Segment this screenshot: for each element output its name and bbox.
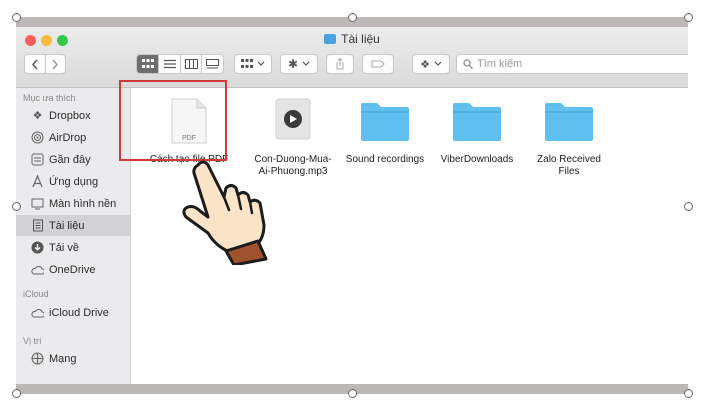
chevron-left-icon: [31, 59, 38, 69]
list-view-icon: [163, 59, 176, 69]
tag-icon: [371, 60, 385, 68]
documents-icon: [31, 219, 44, 232]
sidebar-item-label: Tải về: [49, 241, 79, 254]
forward-button[interactable]: [46, 55, 66, 73]
downloads-icon: [31, 241, 44, 254]
sidebar-item-applications[interactable]: Ứng dụng: [16, 171, 130, 192]
dropbox-button[interactable]: ❖: [412, 54, 450, 74]
action-button[interactable]: ✱: [280, 54, 318, 74]
sidebar-item-onedrive[interactable]: OneDrive: [16, 259, 130, 280]
back-button[interactable]: [25, 55, 46, 73]
sidebar-item-label: Màn hình nền: [49, 197, 117, 210]
icloud-icon: [31, 306, 44, 319]
resize-handle[interactable]: [12, 389, 21, 398]
sidebar-item-recents[interactable]: Gần đây: [16, 149, 130, 170]
folder-item-sound-recordings[interactable]: Sound recordings: [339, 92, 431, 172]
chevron-right-icon: [52, 59, 59, 69]
resize-handle[interactable]: [12, 13, 21, 22]
dropbox-icon: ❖: [420, 58, 430, 71]
recents-icon: [31, 153, 44, 166]
sidebar-item-desktop[interactable]: Màn hình nền: [16, 193, 130, 214]
sidebar-item-label: Ứng dụng: [49, 175, 99, 188]
resize-handle[interactable]: [348, 13, 357, 22]
sidebar-item-label: AirDrop: [49, 131, 87, 144]
sidebar-item-airdrop[interactable]: AirDrop: [16, 127, 130, 148]
sidebar-section-title: Vị trí: [23, 336, 42, 346]
sidebar-item-downloads[interactable]: Tải về: [16, 237, 130, 258]
sidebar-section-title: iCloud: [23, 289, 49, 299]
search-placeholder: Tìm kiếm: [477, 58, 523, 70]
folder-icon: [545, 103, 593, 141]
sidebar-section-title: Mục ưa thích: [23, 93, 76, 103]
view-mode-control: [136, 54, 224, 74]
column-view-button[interactable]: [179, 55, 202, 73]
sidebar-item-label: Mạng: [49, 352, 77, 365]
sidebar-item-label: iCloud Drive: [49, 306, 109, 319]
file-name-line: Zalo Received: [537, 154, 601, 165]
gear-icon: ✱: [287, 57, 299, 71]
file-name: Zalo Received Files: [517, 154, 621, 178]
pointing-hand-icon: [182, 160, 268, 265]
resize-handle[interactable]: [684, 202, 693, 211]
audio-file-icon: [275, 98, 311, 140]
image-frame: Tài liệu ✱ ❖ Tìm kiếm Mục ưa thích ❖ Dro…: [16, 17, 688, 394]
sidebar-item-icloud-drive[interactable]: iCloud Drive: [16, 302, 130, 323]
file-name: Sound recordings: [345, 154, 425, 165]
folder-icon: [453, 103, 501, 141]
share-button[interactable]: [326, 54, 354, 74]
gallery-view-icon: [206, 59, 220, 69]
file-name-line: Files: [558, 166, 580, 177]
tag-button[interactable]: [362, 54, 394, 74]
highlight-box: [119, 80, 227, 161]
window-title: Tài liệu: [16, 32, 688, 46]
folder-item-zalo-received-files[interactable]: Zalo Received Files: [523, 92, 615, 182]
folder-icon: [361, 103, 409, 141]
folder-item-viberdownloads[interactable]: ViberDownloads: [431, 92, 523, 172]
toolbar: Tài liệu ✱ ❖ Tìm kiếm: [16, 27, 688, 88]
sidebar: Mục ưa thích ❖ Dropbox AirDrop Gần đây Ứ…: [16, 88, 131, 384]
sidebar-item-label: Gần đây: [49, 153, 91, 166]
finder-window: Tài liệu ✱ ❖ Tìm kiếm Mục ưa thích ❖ Dro…: [16, 27, 688, 384]
resize-handle[interactable]: [684, 389, 693, 398]
sidebar-item-label: Tài liệu: [49, 219, 85, 232]
resize-handle[interactable]: [684, 13, 693, 22]
desktop-icon: [31, 197, 44, 210]
search-icon: [463, 59, 473, 69]
network-icon: [31, 352, 44, 365]
search-field[interactable]: Tìm kiếm: [456, 54, 688, 74]
sidebar-item-documents[interactable]: Tài liệu: [16, 215, 130, 236]
window-title-text: Tài liệu: [341, 32, 380, 46]
group-by-icon: [241, 59, 253, 68]
column-view-icon: [184, 59, 198, 69]
chevron-down-icon: [434, 61, 442, 66]
nav-buttons: [24, 54, 66, 74]
resize-handle[interactable]: [348, 389, 357, 398]
sidebar-item-label: Dropbox: [49, 109, 91, 122]
folder-icon: [324, 34, 337, 44]
icon-view-icon: [141, 59, 154, 68]
chevron-down-icon: [257, 61, 265, 66]
sidebar-item-label: OneDrive: [49, 263, 96, 276]
resize-handle[interactable]: [12, 202, 21, 211]
sidebar-item-dropbox[interactable]: ❖ Dropbox: [16, 105, 130, 126]
chevron-down-icon: [302, 61, 310, 66]
cloud-icon: [31, 263, 44, 276]
airdrop-icon: [31, 131, 44, 144]
icon-view-button[interactable]: [137, 55, 159, 73]
gallery-view-button[interactable]: [201, 55, 223, 73]
group-by-button[interactable]: [234, 54, 272, 74]
file-name: ViberDownloads: [440, 154, 514, 165]
share-icon: [336, 58, 344, 70]
sidebar-item-network[interactable]: Mạng: [16, 348, 130, 369]
applications-icon: [31, 175, 44, 188]
list-view-button[interactable]: [158, 55, 180, 73]
dropbox-icon: ❖: [32, 110, 43, 122]
